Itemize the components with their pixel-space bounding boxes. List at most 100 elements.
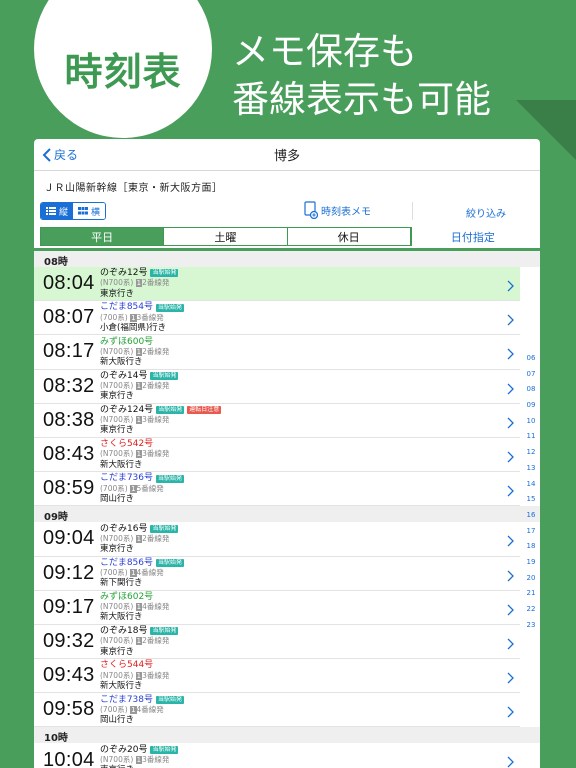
filter-button[interactable]: 絞り込み bbox=[466, 205, 506, 220]
train-row[interactable]: 08:38 のぞみ124号 当駅始発 運転日注意 (N700系) 13番線発 東京行き bbox=[34, 403, 520, 438]
hour-index-item[interactable]: 20 bbox=[522, 571, 540, 587]
departure-time: 08:32 bbox=[43, 374, 95, 397]
train-info: みずほ602号 (N700系) 14番線発 新大阪行き bbox=[98, 592, 169, 623]
chevron-right-icon bbox=[506, 635, 514, 654]
train-row[interactable]: 09:32 のぞみ18号 当駅始発 (N700系) 12番線発 東京行き bbox=[34, 624, 520, 660]
train-info: みずほ600号 (N700系) 12番線発 新大阪行き bbox=[98, 337, 169, 368]
chevron-right-icon bbox=[506, 414, 514, 433]
hour-index-item[interactable]: 13 bbox=[522, 461, 540, 477]
train-tag: 当駅始発 bbox=[156, 558, 185, 567]
hour-index-item[interactable]: 21 bbox=[522, 586, 540, 602]
train-info: のぞみ12号 当駅始発 (N700系) 12番線発 東京行き bbox=[98, 268, 179, 299]
hour-index-item[interactable]: 06 bbox=[522, 351, 540, 367]
back-button[interactable]: 戻る bbox=[42, 146, 78, 163]
departure-time: 09:32 bbox=[43, 629, 95, 652]
train-row[interactable]: 09:04 のぞみ16号 当駅始発 (N700系) 12番線発 東京行き bbox=[34, 522, 520, 557]
train-row[interactable]: 09:58 こだま738号 当駅始発 (700系) 14番線発 岡山行き bbox=[34, 693, 520, 728]
tab-date-select[interactable]: 日付指定 bbox=[410, 227, 534, 246]
train-row[interactable]: 09:17 みずほ602号 (N700系) 14番線発 新大阪行き bbox=[34, 590, 520, 625]
train-detail: (700系) 13番線発 bbox=[100, 313, 184, 323]
train-info: さくら542号 (N700系) 13番線発 新大阪行き bbox=[98, 439, 169, 470]
hour-index-item[interactable]: 16 bbox=[522, 508, 540, 524]
train-name: のぞみ16号 bbox=[100, 523, 148, 534]
train-name: さくら544号 bbox=[100, 660, 154, 671]
train-row[interactable]: 08:07 こだま854号 当駅始発 (700系) 13番線発 小倉(福岡県)行き bbox=[34, 301, 520, 336]
train-row[interactable]: 08:32 のぞみ14号 当駅始発 (N700系) 12番線発 東京行き bbox=[34, 369, 520, 404]
train-tag: 当駅始発 bbox=[150, 745, 179, 754]
app-badge: 時刻表 bbox=[34, 0, 212, 138]
destination: 東京行き bbox=[100, 646, 135, 657]
destination: 小倉(福岡県)行き bbox=[100, 322, 167, 333]
track-label: 3番線発 bbox=[142, 415, 170, 425]
train-detail: (700系) 14番線発 bbox=[100, 568, 184, 578]
view-horizontal-button[interactable]: 横 bbox=[73, 203, 106, 219]
train-info: のぞみ20号当駅始発(N700系) 13番線発東京行き bbox=[98, 745, 179, 768]
promo-text: メモ保存も 番線表示も可能 bbox=[232, 28, 491, 124]
departure-time: 08:43 bbox=[43, 443, 95, 466]
chevron-right-icon bbox=[506, 567, 514, 586]
train-row[interactable]: 08:04 のぞみ12号 当駅始発 (N700系) 12番線発 東京行き bbox=[34, 267, 520, 302]
destination: 新大阪行き bbox=[100, 459, 143, 470]
destination: 東京行き bbox=[100, 544, 135, 554]
chevron-right-icon bbox=[506, 482, 514, 501]
hour-index: 06 07 08 09 10 11 12 13 14 15 16 17 18 19 20 21 22 23 bbox=[522, 351, 540, 633]
hour-index-item[interactable]: 15 bbox=[522, 492, 540, 508]
hour-index-item[interactable]: 17 bbox=[522, 524, 540, 540]
train-detail: (N700系) 12番線発 bbox=[100, 636, 178, 646]
hour-index-item[interactable]: 09 bbox=[522, 398, 540, 414]
track-label: 2番線発 bbox=[142, 533, 170, 543]
train-detail: (N700系) 12番線発 bbox=[100, 347, 169, 357]
train-tag: 当駅始発 bbox=[150, 371, 179, 380]
car-type: (700系) bbox=[100, 567, 128, 577]
tab-holiday[interactable]: 休日 bbox=[287, 227, 411, 246]
departure-time: 08:38 bbox=[43, 408, 95, 431]
train-row[interactable]: 09:12 こだま856号 当駅始発 (700系) 14番線発 新下関行き bbox=[34, 556, 520, 591]
hour-index-item[interactable]: 08 bbox=[522, 382, 540, 398]
timetable-list: 08時 08:04 のぞみ12号 当駅始発 (N700系) 12番線発 東京行き 08:07… bbox=[34, 251, 540, 768]
hour-index-item[interactable]: 19 bbox=[522, 555, 540, 571]
train-row[interactable]: 08:17 みずほ600号 (N700系) 12番線発 新大阪行き bbox=[34, 335, 520, 370]
car-type: (700系) bbox=[100, 483, 128, 493]
train-detail: (N700系) 14番線発 bbox=[100, 602, 169, 612]
hour-index-item[interactable]: 18 bbox=[522, 539, 540, 555]
view-toggle: 縦 横 bbox=[40, 202, 107, 220]
chevron-left-icon bbox=[42, 147, 51, 162]
train-tag: 運転日注意 bbox=[187, 406, 222, 415]
hour-index-item[interactable]: 14 bbox=[522, 477, 540, 493]
hour-index-item[interactable]: 22 bbox=[522, 602, 540, 618]
chevron-right-icon bbox=[506, 277, 514, 296]
destination: 東京行き bbox=[100, 391, 135, 402]
hour-index-item[interactable]: 10 bbox=[522, 414, 540, 430]
timetable-memo-button[interactable]: 時刻表メモ bbox=[304, 201, 371, 219]
car-type: (N700系) bbox=[100, 602, 134, 612]
destination: 東京行き bbox=[100, 425, 135, 436]
destination: 新下関行き bbox=[100, 578, 143, 589]
track-label: 5番線発 bbox=[136, 483, 164, 493]
hour-index-item[interactable]: 12 bbox=[522, 445, 540, 461]
car-type: (N700系) bbox=[100, 533, 134, 543]
hour-index-item[interactable]: 23 bbox=[522, 618, 540, 634]
chevron-right-icon bbox=[506, 669, 514, 688]
train-detail: (N700系) 12番線発 bbox=[100, 278, 178, 288]
hour-index-item[interactable]: 11 bbox=[522, 429, 540, 445]
train-row[interactable]: 09:43 さくら544号 (N700系) 13番線発 新大阪行き bbox=[34, 659, 520, 694]
train-row[interactable]: 10:04のぞみ20号当駅始発(N700系) 13番線発東京行き bbox=[34, 743, 520, 768]
train-name: のぞみ18号 bbox=[100, 626, 148, 637]
tab-weekday[interactable]: 平日 bbox=[40, 227, 165, 246]
car-type: (N700系) bbox=[100, 449, 134, 459]
train-name: こだま854号 bbox=[100, 302, 153, 313]
view-vertical-button[interactable]: 縦 bbox=[41, 203, 74, 219]
view-vertical-label: 縦 bbox=[59, 207, 69, 218]
train-tag: 当駅始発 bbox=[156, 695, 185, 704]
car-type: (N700系) bbox=[100, 381, 134, 391]
train-name: のぞみ14号 bbox=[100, 370, 148, 381]
destination: 新大阪行き bbox=[100, 612, 143, 623]
train-row[interactable]: 08:59 こだま736号 当駅始発 (700系) 15番線発 岡山行き bbox=[34, 472, 520, 507]
memo-add-icon bbox=[304, 201, 318, 219]
tab-saturday[interactable]: 土曜 bbox=[164, 227, 288, 246]
departure-time: 09:43 bbox=[43, 664, 95, 687]
hour-index-item[interactable]: 07 bbox=[522, 367, 540, 383]
chevron-right-icon bbox=[506, 532, 514, 551]
train-row[interactable]: 08:43 さくら542号 (N700系) 13番線発 新大阪行き bbox=[34, 437, 520, 473]
memo-label: 時刻表メモ bbox=[321, 206, 371, 218]
